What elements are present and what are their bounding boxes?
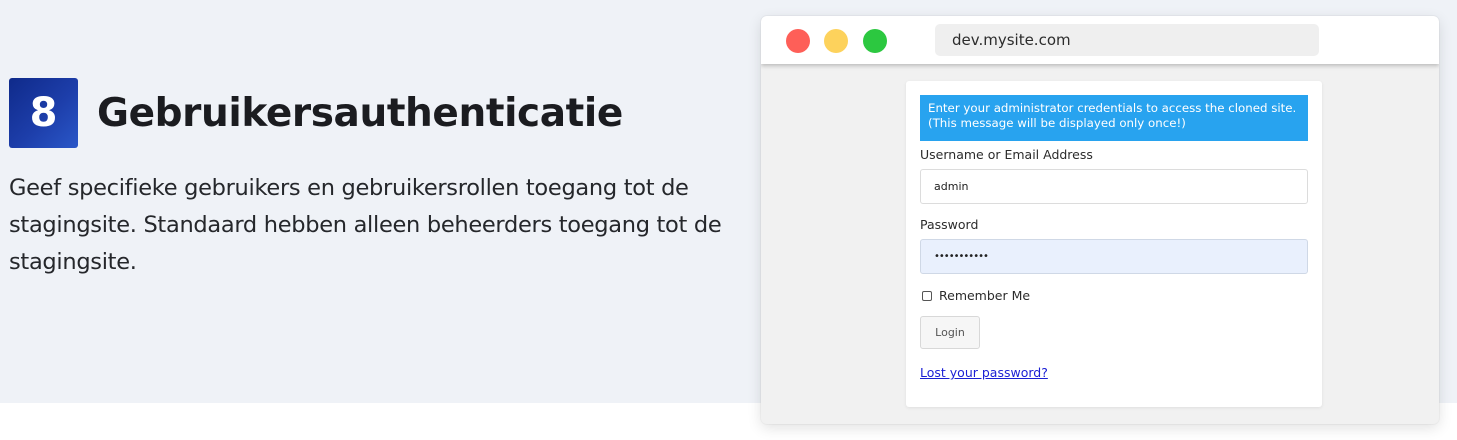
- close-window-dot-icon[interactable]: [786, 29, 810, 53]
- username-label: Username or Email Address: [920, 147, 1093, 162]
- remember-me-label: Remember Me: [939, 288, 1031, 303]
- lost-password-link[interactable]: Lost your password?: [920, 365, 1048, 380]
- remember-me-checkbox[interactable]: [922, 290, 932, 301]
- password-label: Password: [920, 217, 979, 232]
- username-input[interactable]: admin: [920, 169, 1308, 204]
- address-bar[interactable]: dev.mysite.com: [935, 24, 1319, 56]
- feature-number-badge: 8: [9, 78, 78, 148]
- feature-header: 8 Gebruikersauthenticatie: [9, 78, 729, 148]
- password-input[interactable]: •••••••••••: [920, 239, 1308, 274]
- maximize-window-dot-icon[interactable]: [863, 29, 887, 53]
- browser-window-mockup: dev.mysite.com Enter your administrator …: [761, 16, 1439, 424]
- login-button[interactable]: Login: [920, 316, 980, 349]
- notice-line-2: (This message will be displayed only onc…: [928, 116, 1186, 130]
- minimize-window-dot-icon[interactable]: [824, 29, 848, 53]
- browser-titlebar: dev.mysite.com: [761, 16, 1439, 64]
- feature-description: Geef specifieke gebruikers en gebruikers…: [9, 175, 722, 275]
- admin-credentials-notice: Enter your administrator credentials to …: [920, 95, 1308, 141]
- notice-line-1: Enter your administrator credentials to …: [928, 101, 1297, 115]
- remember-me-row[interactable]: Remember Me: [922, 288, 1030, 303]
- login-form-card: Enter your administrator credentials to …: [906, 81, 1322, 407]
- feature-block: 8 Gebruikersauthenticatie Geef specifiek…: [9, 78, 729, 281]
- feature-title: Gebruikersauthenticatie: [97, 90, 623, 136]
